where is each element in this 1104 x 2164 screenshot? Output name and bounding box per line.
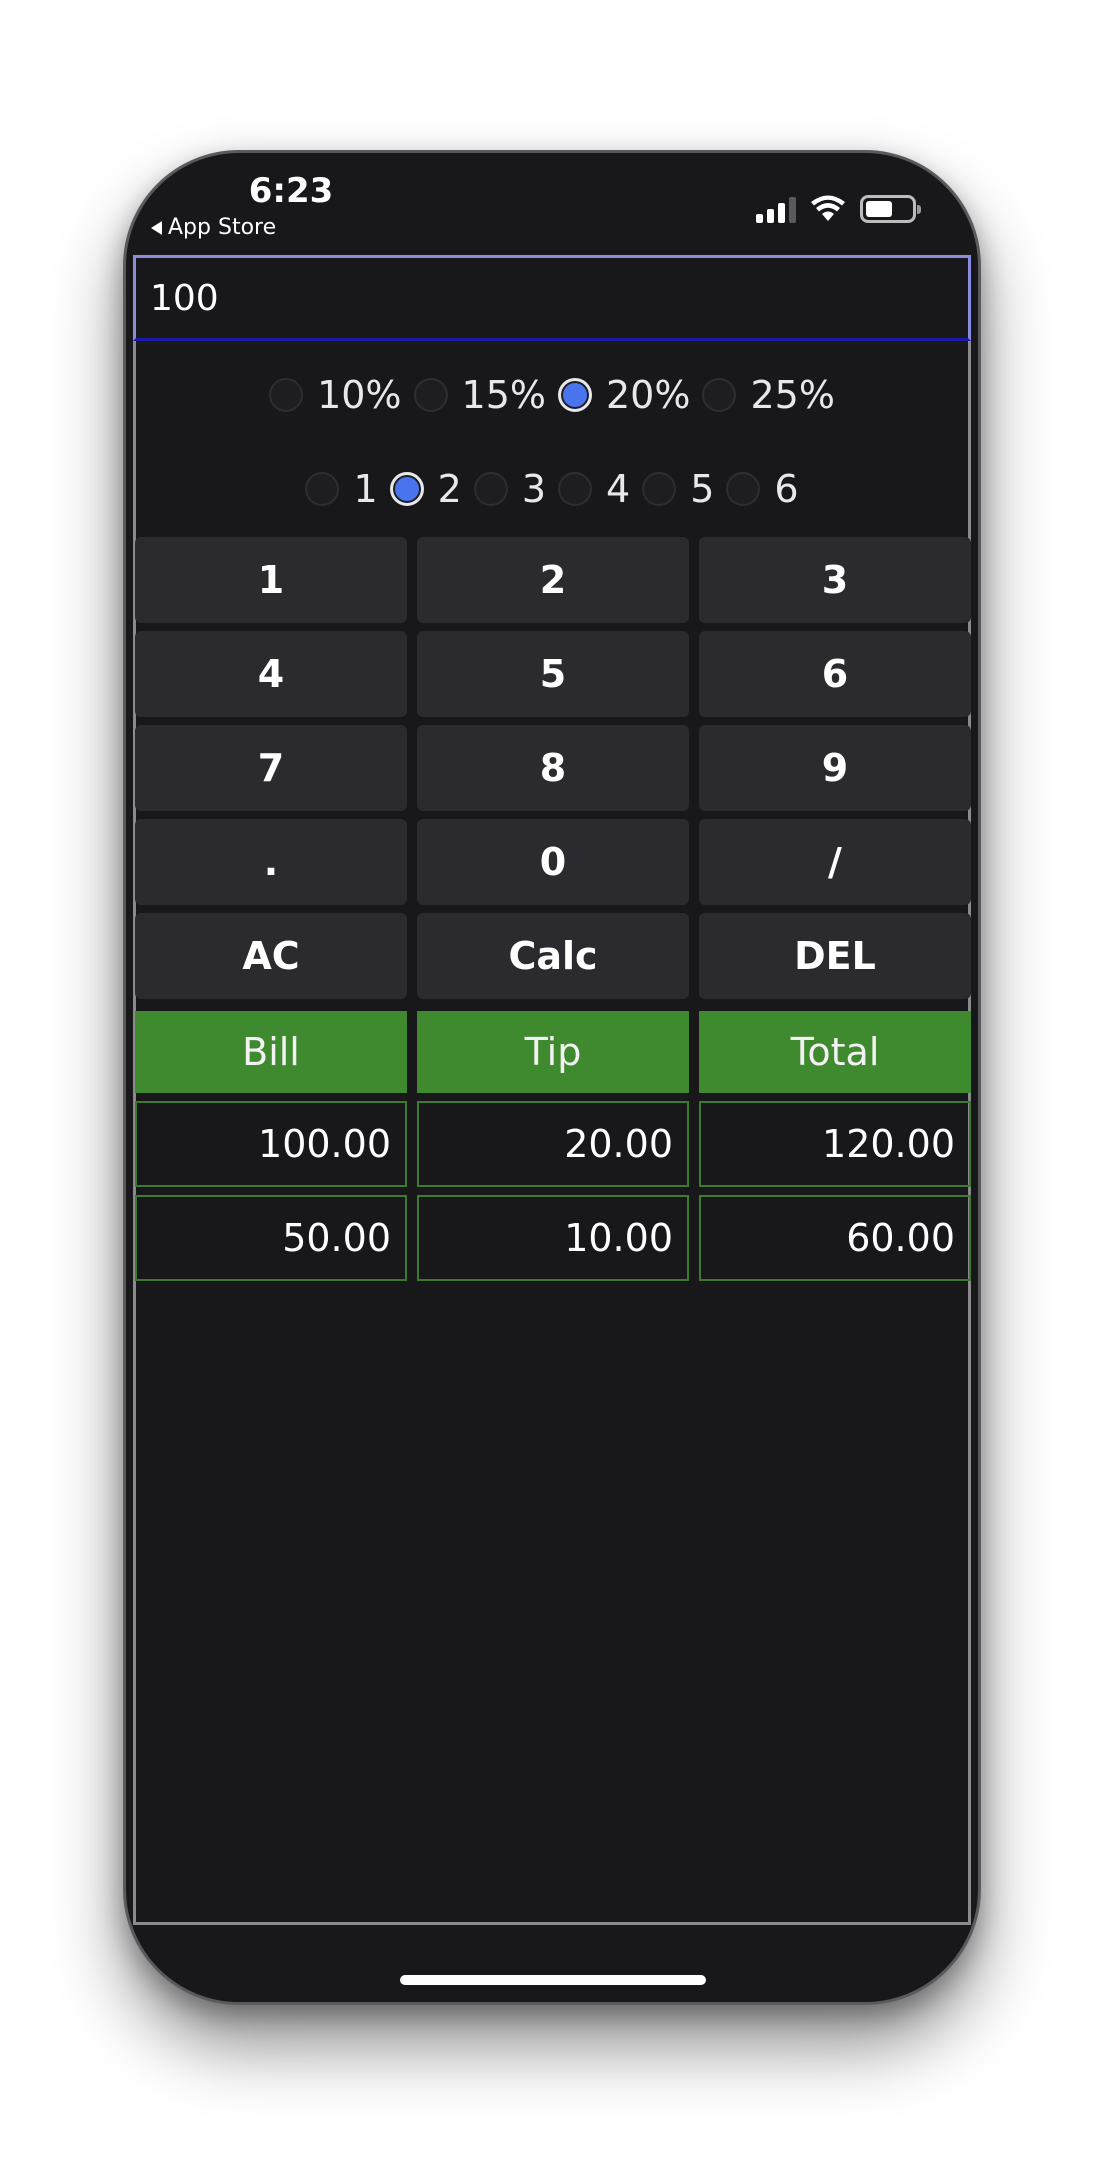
key-divide[interactable]: / [699, 819, 971, 905]
key-3[interactable]: 3 [699, 537, 971, 623]
tip-radio[interactable] [558, 378, 592, 412]
delete-button[interactable]: DEL [699, 913, 971, 999]
split-radio[interactable] [558, 472, 592, 506]
column-header-total: Total [699, 1011, 971, 1093]
tip-label: 15% [461, 373, 546, 417]
split-label: 3 [521, 467, 546, 511]
split-option-4[interactable]: 5 [642, 467, 714, 511]
status-icons [756, 187, 921, 223]
split-option-1[interactable]: 2 [389, 467, 462, 511]
split-label: 1 [353, 467, 378, 511]
status-time: 6:23 [248, 171, 334, 211]
result-cell: 10.00 [417, 1195, 689, 1281]
split-radio[interactable] [642, 472, 677, 506]
column-header-bill: Bill [135, 1011, 407, 1093]
calc-button[interactable]: Calc [417, 913, 689, 999]
battery-icon [860, 195, 921, 223]
split-radio[interactable] [473, 472, 508, 506]
wifi-icon [811, 195, 845, 221]
tip-radio[interactable] [702, 378, 737, 412]
key-0[interactable]: 0 [417, 819, 689, 905]
tip-option-0[interactable]: 10% [269, 373, 402, 417]
key-8[interactable]: 8 [417, 725, 689, 811]
tip-percent-options: 10% 15% 20% 25% [126, 373, 978, 417]
tip-radio[interactable] [269, 378, 304, 412]
split-radio[interactable] [305, 472, 340, 506]
cellular-signal-icon [756, 197, 796, 223]
key-6[interactable]: 6 [699, 631, 971, 717]
split-option-3[interactable]: 4 [558, 467, 630, 511]
split-option-0[interactable]: 1 [305, 467, 378, 511]
tip-option-2[interactable]: 20% [558, 373, 690, 417]
key-7[interactable]: 7 [135, 725, 407, 811]
keypad: 1 2 3 4 5 6 7 8 9. 0/ AC Calc DEL [135, 537, 971, 999]
tip-label: 10% [317, 373, 402, 417]
split-label: 5 [690, 467, 715, 511]
split-option-2[interactable]: 3 [473, 467, 546, 511]
tip-radio[interactable] [413, 378, 448, 412]
back-to-app-store-link[interactable]: App Store [151, 215, 276, 240]
key-2[interactable]: 2 [417, 537, 689, 623]
split-radio[interactable] [726, 472, 761, 506]
split-option-5[interactable]: 6 [726, 467, 799, 511]
result-cell: 20.00 [417, 1101, 689, 1187]
split-radio[interactable] [389, 472, 424, 506]
back-label: App Store [168, 215, 277, 240]
split-label: 6 [774, 467, 799, 511]
result-cell: 50.00 [135, 1195, 407, 1281]
result-cell: 60.00 [699, 1195, 971, 1281]
result-cell: 100.00 [135, 1101, 407, 1187]
bill-amount-input[interactable] [133, 255, 971, 341]
tip-option-1[interactable]: 15% [413, 373, 546, 417]
tip-label: 20% [606, 373, 691, 417]
home-indicator[interactable] [400, 1975, 706, 1985]
split-label: 2 [437, 467, 462, 511]
key-9[interactable]: 9 [699, 725, 971, 811]
key-5[interactable]: 5 [417, 631, 689, 717]
results-table: Bill Tip Total 100.00 20.00 120.00 50.00 10.00 6… [135, 1011, 971, 1281]
key-1[interactable]: 1 [135, 537, 407, 623]
phone-frame: 6:23 App Store 10%15%20%25% 123456 12345… [123, 150, 981, 2005]
key-4[interactable]: 4 [135, 631, 407, 717]
tip-option-3[interactable]: 25% [702, 373, 835, 417]
split-count-options: 1 2 3 4 5 6 [126, 467, 978, 511]
column-header-tip: Tip [417, 1011, 689, 1093]
tip-label: 25% [750, 373, 835, 417]
split-label: 4 [606, 467, 631, 511]
key-decimal[interactable]: . [135, 819, 407, 905]
result-cell: 120.00 [699, 1101, 971, 1187]
back-arrow-icon [151, 220, 162, 235]
all-clear-button[interactable]: AC [135, 913, 407, 999]
